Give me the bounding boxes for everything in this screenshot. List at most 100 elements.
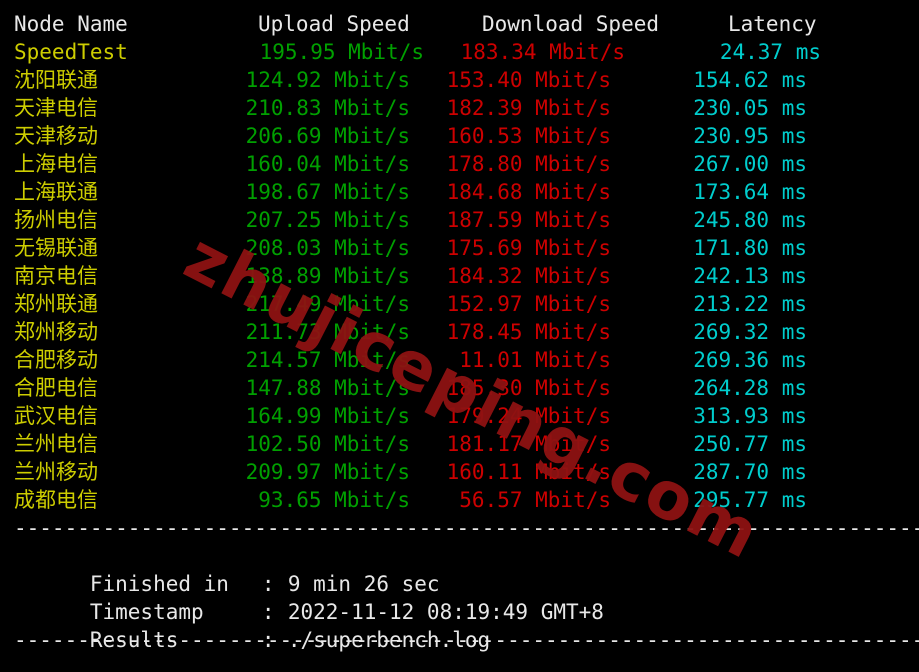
summary-label-finished-in: Finished in [89,572,229,596]
cell-node-name: 沈阳联通 [14,68,98,92]
cell-download-speed: 175.69 Mbit/s [446,236,611,260]
cell-node-name: 南京电信 [14,264,98,288]
cell-upload-speed: 198.67 Mbit/s [245,180,410,204]
cell-upload-speed: 210.83 Mbit/s [245,96,410,120]
cell-latency: 245.80 ms [693,208,807,232]
column-header-latency: Latency [728,12,817,36]
table-header-row: Node Name Upload Speed Download Speed La… [0,10,919,38]
cell-latency: 154.62 ms [693,68,807,92]
table-row: 上海联通 198.67 Mbit/s 184.68 Mbit/s 173.64 ms [0,178,919,206]
summary-block: Finished in:9 min 26 sec Timestamp:2022-… [0,542,919,652]
cell-latency: 313.93 ms [693,404,807,428]
cell-node-name: 武汉电信 [14,404,98,428]
table-row: 兰州移动 209.97 Mbit/s 160.11 Mbit/s 287.70 ms [0,458,919,486]
cell-node-name: 合肥移动 [14,348,98,372]
cell-download-speed: 182.39 Mbit/s [446,96,611,120]
cell-latency: 269.32 ms [693,320,807,344]
cell-latency: 250.77 ms [693,432,807,456]
cell-node-name: 无锡联通 [14,236,98,260]
cell-download-speed: 185.30 Mbit/s [446,376,611,400]
speedtest-results-table: Node Name Upload Speed Download Speed La… [0,10,919,514]
table-row: 扬州电信 207.25 Mbit/s 187.59 Mbit/s 245.80 ms [0,206,919,234]
table-row: 无锡联通 208.03 Mbit/s 175.69 Mbit/s 171.80 ms [0,234,919,262]
cell-latency: 213.22 ms [693,292,807,316]
cell-download-speed: 153.40 Mbit/s [446,68,611,92]
cell-upload-speed: 102.50 Mbit/s [245,432,410,456]
column-header-node-name: Node Name [14,12,128,36]
cell-download-speed: 152.97 Mbit/s [446,292,611,316]
cell-node-name: 天津电信 [14,96,98,120]
summary-value-finished-in: 9 min 26 sec [287,572,440,596]
summary-label-timestamp: Timestamp [89,600,204,624]
table-body: SpeedTest 195.95 Mbit/s 183.34 Mbit/s 24.37… [0,38,919,514]
cell-upload-speed: 209.97 Mbit/s [245,460,410,484]
cell-download-speed: 178.80 Mbit/s [446,152,611,176]
cell-latency: 267.00 ms [693,152,807,176]
cell-node-name: 合肥电信 [14,376,98,400]
cell-node-name: 上海联通 [14,180,98,204]
table-row: 兰州电信 102.50 Mbit/s 181.17 Mbit/s 250.77 ms [0,430,919,458]
table-row: 南京电信 138.89 Mbit/s 184.32 Mbit/s 242.13 ms [0,262,919,290]
cell-download-speed: 187.59 Mbit/s [446,208,611,232]
table-row: 上海电信 160.04 Mbit/s 178.80 Mbit/s 267.00 ms [0,150,919,178]
table-row: 郑州联通 217.49 Mbit/s 152.97 Mbit/s 213.22 ms [0,290,919,318]
cell-node-name: 上海电信 [14,152,98,176]
cell-upload-speed: 164.99 Mbit/s [245,404,410,428]
cell-node-name: 兰州电信 [14,432,98,456]
summary-value-timestamp: 2022-11-12 08:19:49 GMT+8 [287,600,604,624]
cell-upload-speed: 207.25 Mbit/s [245,208,410,232]
table-row: SpeedTest 195.95 Mbit/s 183.34 Mbit/s 24.37… [0,38,919,66]
cell-latency: 230.05 ms [693,96,807,120]
cell-download-speed: 181.17 Mbit/s [446,432,611,456]
cell-upload-speed: 195.95 Mbit/s [259,40,424,64]
cell-latency: 269.36 ms [693,348,807,372]
cell-latency: 171.80 ms [693,236,807,260]
cell-upload-speed: 138.89 Mbit/s [245,264,410,288]
cell-upload-speed: 124.92 Mbit/s [245,68,410,92]
divider-top: ----------------------------------------… [14,516,919,540]
table-row: 合肥移动 214.57 Mbit/s 11.01 Mbit/s 269.36 ms [0,346,919,374]
cell-upload-speed: 147.88 Mbit/s [245,376,410,400]
divider-bottom: ----------------------------------------… [14,628,919,652]
column-header-download-speed: Download Speed [482,12,660,36]
cell-node-name: 扬州电信 [14,208,98,232]
cell-node-name: 郑州移动 [14,320,98,344]
cell-latency: 295.77 ms [693,488,807,512]
cell-node-name: 兰州移动 [14,460,98,484]
column-header-upload-speed: Upload Speed [258,12,410,36]
cell-upload-speed: 211.73 Mbit/s [245,320,410,344]
table-row: 武汉电信 164.99 Mbit/s 179.24 Mbit/s 313.93 ms [0,402,919,430]
cell-download-speed: 160.11 Mbit/s [446,460,611,484]
cell-node-name: 成都电信 [14,488,98,512]
summary-colon-finished-in: : [261,572,275,596]
cell-download-speed: 179.24 Mbit/s [446,404,611,428]
table-row: 天津移动 206.69 Mbit/s 160.53 Mbit/s 230.95 ms [0,122,919,150]
cell-download-speed: 160.53 Mbit/s [446,124,611,148]
cell-download-speed: 56.57 Mbit/s [459,488,611,512]
cell-node-name: 郑州联通 [14,292,98,316]
table-row: 郑州移动 211.73 Mbit/s 178.45 Mbit/s 269.32 ms [0,318,919,346]
cell-upload-speed: 160.04 Mbit/s [245,152,410,176]
cell-latency: 242.13 ms [693,264,807,288]
cell-download-speed: 183.34 Mbit/s [460,40,625,64]
cell-upload-speed: 217.49 Mbit/s [245,292,410,316]
table-row: 成都电信 93.65 Mbit/s 56.57 Mbit/s 295.77 ms [0,486,919,514]
table-row: 合肥电信 147.88 Mbit/s 185.30 Mbit/s 264.28 ms [0,374,919,402]
cell-download-speed: 184.32 Mbit/s [446,264,611,288]
cell-latency: 24.37 ms [719,40,821,64]
cell-upload-speed: 93.65 Mbit/s [258,488,410,512]
cell-node-name: SpeedTest [14,40,128,64]
cell-download-speed: 11.01 Mbit/s [459,348,611,372]
cell-node-name: 天津移动 [14,124,98,148]
cell-latency: 173.64 ms [693,180,807,204]
cell-download-speed: 184.68 Mbit/s [446,180,611,204]
cell-latency: 287.70 ms [693,460,807,484]
summary-colon-timestamp: : [261,600,275,624]
cell-latency: 264.28 ms [693,376,807,400]
cell-upload-speed: 208.03 Mbit/s [245,236,410,260]
cell-latency: 230.95 ms [693,124,807,148]
summary-row-finished-in: Finished in:9 min 26 sec [14,542,919,596]
cell-upload-speed: 214.57 Mbit/s [245,348,410,372]
cell-download-speed: 178.45 Mbit/s [446,320,611,344]
cell-upload-speed: 206.69 Mbit/s [245,124,410,148]
